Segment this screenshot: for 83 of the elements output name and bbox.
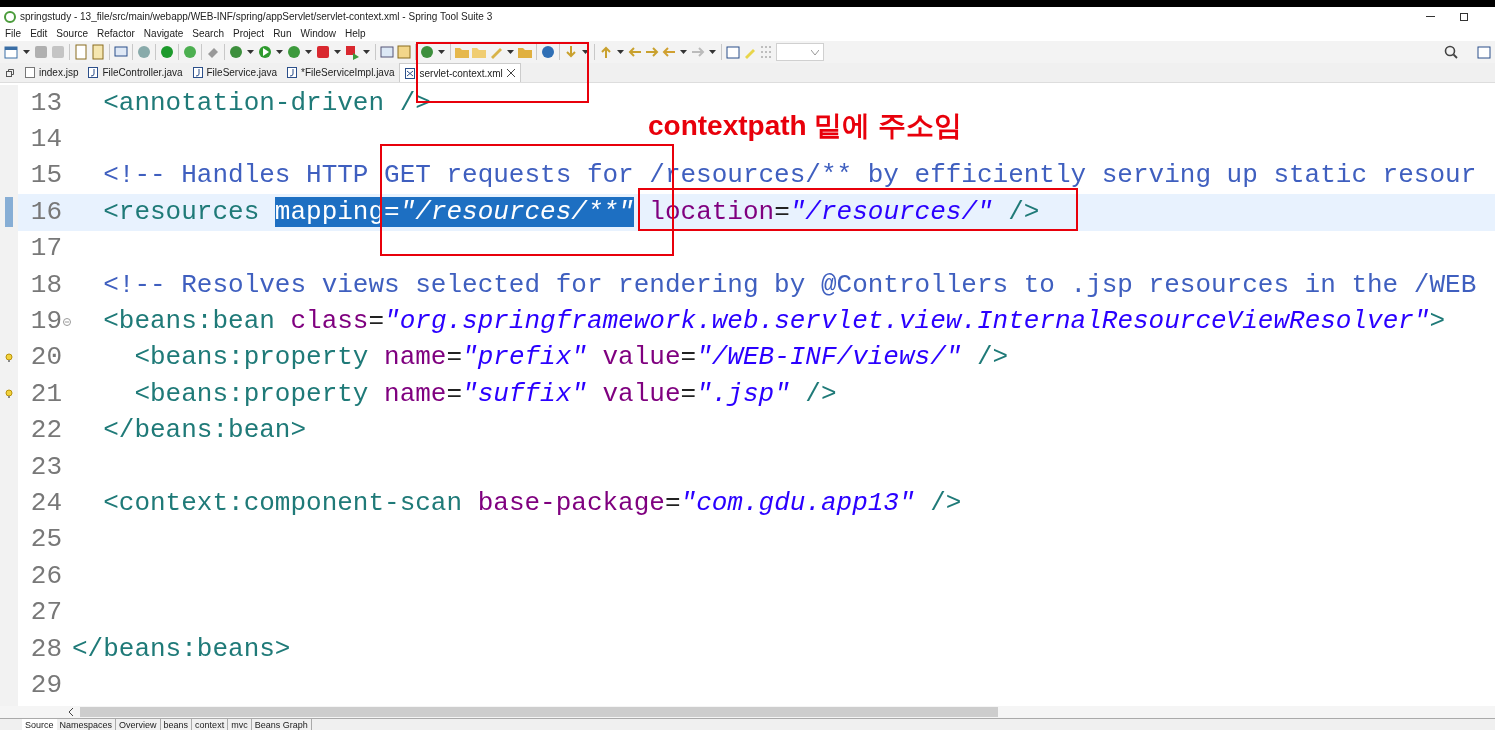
line-number: 17 [29, 232, 62, 266]
restore-icon[interactable] [6, 68, 14, 77]
caret-icon[interactable] [438, 50, 445, 54]
editor-page-tab[interactable]: Source [22, 719, 57, 730]
document-icon[interactable] [73, 44, 89, 60]
java-file-icon [192, 67, 203, 78]
code-line: <beans:property name="prefix" value="/WEB-INF/views/" /> [133, 341, 1009, 375]
line-number: 13 [29, 86, 62, 120]
caret-icon[interactable] [680, 50, 687, 54]
scroll-left-icon[interactable] [68, 708, 74, 716]
line-number: 26 [29, 559, 62, 593]
combo-box[interactable] [776, 43, 824, 61]
editor-tab[interactable]: FileController.java [83, 63, 188, 82]
code-line: <!-- Resolves views selected for rendering by @Controllers to .jsp resources in the /WEB [102, 268, 1477, 302]
collapse-icon[interactable] [63, 317, 71, 326]
caret-icon[interactable] [247, 50, 254, 54]
window-icon[interactable] [1475, 44, 1491, 60]
caret-icon[interactable] [582, 50, 589, 54]
close-icon[interactable] [506, 69, 515, 77]
change-marker [5, 197, 13, 228]
java-file-icon [88, 67, 99, 78]
file-icon [25, 67, 35, 78]
deploy-icon[interactable] [344, 44, 360, 60]
monitor-icon[interactable] [113, 44, 129, 60]
caret-icon[interactable] [334, 50, 341, 54]
menu-item[interactable]: Navigate [143, 26, 184, 41]
leaf-logo-icon [4, 10, 16, 23]
line-number: 21 [29, 377, 62, 411]
menu-item[interactable]: Source [56, 26, 89, 41]
caret-icon[interactable] [363, 50, 370, 54]
line-number: 19 [29, 305, 62, 339]
caret-icon[interactable] [709, 50, 716, 54]
line-number: 18 [29, 268, 62, 302]
document-icon[interactable] [90, 44, 106, 60]
code-line: </beans:bean> [102, 414, 307, 448]
editor-page-tab[interactable]: mvc [228, 719, 252, 730]
editor-tab[interactable]: FileService.java [187, 63, 283, 82]
menu-item[interactable]: Edit [30, 26, 48, 41]
code-line: </beans:beans> [72, 632, 291, 666]
menu-item[interactable]: Search [192, 26, 224, 41]
caret-icon[interactable] [276, 50, 283, 54]
lightbulb-icon [4, 389, 14, 400]
window-icon[interactable] [725, 44, 741, 60]
line-number: 14 [29, 123, 62, 157]
menu-item[interactable]: Help [345, 26, 366, 41]
menu-item[interactable]: Run [273, 26, 292, 41]
annotation-text: contextpath 밑에 주소임 [648, 112, 963, 140]
code-line: <beans:bean class="org.springframework.web.servlet.view.InternalResourceViewResolver"> [102, 305, 1446, 339]
scrollbar-thumb[interactable] [80, 707, 998, 717]
editor-tab[interactable]: *FileServiceImpl.java [282, 63, 400, 82]
xml-file-icon [405, 67, 416, 79]
lightbulb-icon [4, 352, 14, 363]
stop-icon[interactable] [315, 44, 331, 60]
chevron-down-icon [811, 49, 819, 55]
code-line: <context:component-scan base-package="com.gdu.app13" /> [102, 487, 962, 520]
caret-icon[interactable] [617, 50, 624, 54]
java-file-icon [287, 67, 298, 78]
line-number: 29 [29, 668, 62, 702]
line-number: 20 [29, 341, 62, 375]
line-number: 24 [29, 487, 62, 520]
editor-page-tab[interactable]: Overview [116, 719, 161, 730]
line-number: 28 [29, 632, 62, 666]
menu-item[interactable]: Refactor [97, 26, 135, 41]
caret-icon[interactable] [305, 50, 312, 54]
line-number: 25 [29, 523, 62, 557]
line-number: 22 [29, 414, 62, 448]
new-window-icon[interactable] [4, 44, 20, 60]
editor-tab[interactable]: index.jsp [20, 63, 84, 82]
line-number: 23 [29, 450, 62, 484]
menu-item[interactable]: File [5, 26, 22, 41]
search-icon[interactable] [1444, 45, 1458, 59]
play-icon[interactable] [257, 44, 273, 60]
line-number: 27 [29, 596, 62, 630]
caret-icon[interactable] [23, 50, 30, 54]
editor-tab[interactable]: servlet-context.xml [399, 63, 521, 82]
window-title: springstudy - 13_file/src/main/webapp/WEB-INF/spring/appServlet/servlet-context.xml - Spring Tool Suite 3 [20, 10, 493, 24]
code-line: <beans:property name="suffix" value=".jsp" /> [133, 377, 837, 411]
line-number: 16 [29, 195, 62, 229]
line-number: 15 [29, 159, 62, 193]
menu-item[interactable]: Window [300, 26, 337, 41]
editor-page-tab[interactable]: context [192, 719, 229, 730]
menu-item[interactable]: Project [233, 26, 265, 41]
caret-icon[interactable] [507, 50, 514, 54]
